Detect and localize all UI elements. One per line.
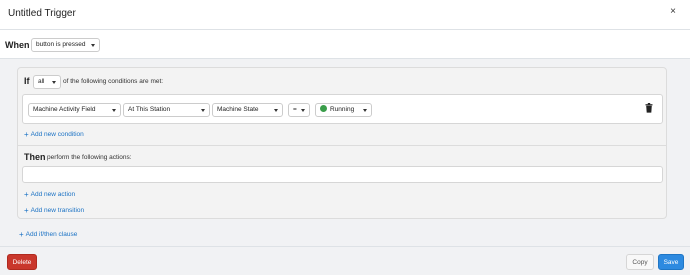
match-select-value: all <box>38 78 45 85</box>
modal-title: Untitled Trigger <box>8 8 76 19</box>
modal-header: Untitled Trigger × <box>0 0 690 30</box>
condition-property-select[interactable]: Machine State <box>212 103 283 117</box>
plus-icon: + <box>24 129 29 139</box>
chevron-down-icon <box>112 109 116 112</box>
chevron-down-icon <box>301 109 305 112</box>
when-label: When <box>5 40 30 50</box>
condition-scope-select[interactable]: At This Station <box>123 103 210 117</box>
trigger-select-value: button is pressed <box>36 41 86 48</box>
status-dot-icon <box>320 104 327 112</box>
condition-value: Running <box>330 106 355 113</box>
action-list[interactable] <box>22 166 663 183</box>
add-transition-label: Add new transition <box>30 207 85 214</box>
add-transition-link[interactable]: + Add new transition <box>24 205 85 215</box>
condition-field-value: Machine Activity Field <box>33 106 96 113</box>
modal-footer: Delete Copy Save <box>0 246 690 275</box>
if-then-clause: If all of the following conditions are m… <box>17 67 667 219</box>
condition-field-select[interactable]: Machine Activity Field <box>28 103 121 117</box>
plus-icon: + <box>24 189 29 199</box>
then-label: Then <box>24 152 46 162</box>
chevron-down-icon <box>52 81 56 84</box>
add-clause-label: Add if/then clause <box>25 231 78 238</box>
chevron-down-icon <box>91 44 95 47</box>
add-clause-link[interactable]: + Add if/then clause <box>19 229 78 239</box>
condition-operator-value: = <box>293 106 297 113</box>
match-description: of the following conditions are met: <box>63 78 164 85</box>
condition-property-value: Machine State <box>217 106 259 113</box>
then-description: perform the following actions: <box>47 154 132 161</box>
trash-icon[interactable] <box>645 103 653 113</box>
save-button[interactable]: Save <box>658 254 684 270</box>
trigger-select[interactable]: button is pressed <box>31 38 100 52</box>
chevron-down-icon <box>201 109 205 112</box>
add-condition-link[interactable]: + Add new condition <box>24 129 84 139</box>
condition-row: Machine Activity Field At This Station M… <box>22 94 663 124</box>
condition-value-select[interactable]: Running <box>315 103 372 117</box>
add-action-link[interactable]: + Add new action <box>24 189 76 199</box>
divider <box>18 145 666 146</box>
delete-button[interactable]: Delete <box>7 254 37 270</box>
chevron-down-icon <box>274 109 278 112</box>
condition-operator-select[interactable]: = <box>288 103 310 117</box>
add-condition-label: Add new condition <box>30 131 84 138</box>
if-label: If <box>24 76 30 86</box>
when-bar: When button is pressed <box>0 30 690 59</box>
plus-icon: + <box>24 205 29 215</box>
add-action-label: Add new action <box>30 191 76 198</box>
copy-button[interactable]: Copy <box>626 254 654 270</box>
chevron-down-icon <box>363 109 367 112</box>
condition-scope-value: At This Station <box>128 106 171 113</box>
plus-icon: + <box>19 229 24 239</box>
match-select[interactable]: all <box>33 75 61 89</box>
close-button[interactable]: × <box>670 7 676 17</box>
